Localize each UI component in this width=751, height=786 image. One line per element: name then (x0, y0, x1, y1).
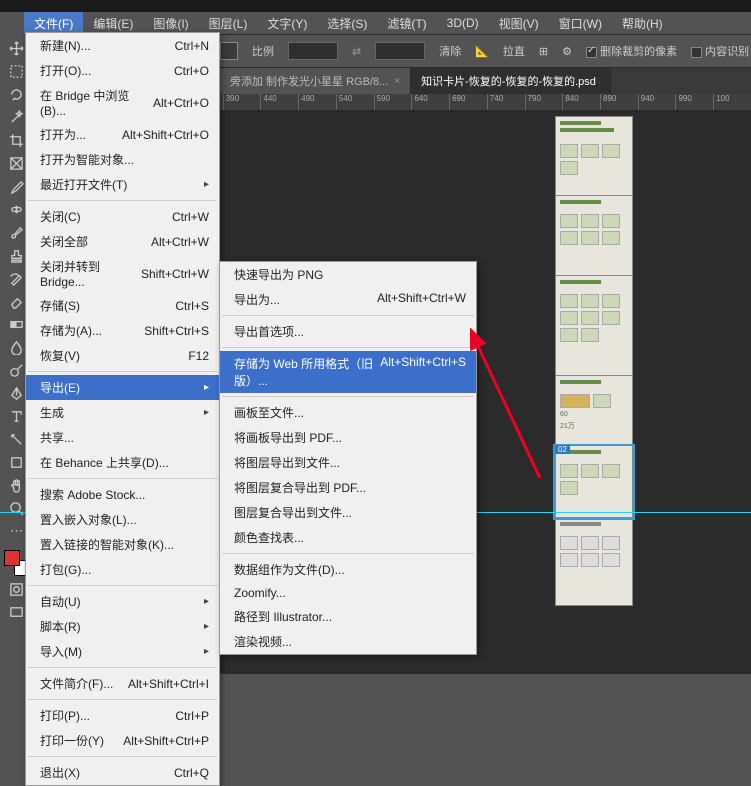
file-menu-item[interactable]: 退出(X)Ctrl+Q (26, 760, 219, 785)
file-menu-item[interactable]: 打包(G)... (26, 557, 219, 582)
file-menu-item[interactable]: 新建(N)...Ctrl+N (26, 33, 219, 58)
export-menu-item[interactable]: 快速导出为 PNG (220, 262, 476, 287)
menubar: 文件(F) 编辑(E) 图像(I) 图层(L) 文字(Y) 选择(S) 滤镜(T… (0, 12, 751, 34)
slice-thumb[interactable] (555, 276, 633, 376)
grid-icon[interactable]: ⊞ (539, 45, 548, 58)
export-menu-item[interactable]: 路径到 Illustrator... (220, 604, 476, 629)
menu-filter[interactable]: 滤镜(T) (377, 12, 436, 35)
file-menu-item[interactable]: 脚本(R) (26, 614, 219, 639)
document-tab-1[interactable]: 旁添加 制作发光小星星 RGB/8...× (220, 68, 411, 94)
file-menu-item[interactable]: 打印(P)...Ctrl+P (26, 703, 219, 728)
ratio-label: 比例 (252, 43, 274, 59)
export-menu-item[interactable]: 数据组作为文件(D)... (220, 557, 476, 582)
file-menu-item[interactable]: 导入(M) (26, 639, 219, 664)
file-menu-item[interactable]: 最近打开文件(T) (26, 172, 219, 197)
slice-thumb[interactable] (555, 196, 633, 276)
slice-badge: 02 (555, 445, 570, 454)
file-menu-item[interactable]: 关闭全部Alt+Ctrl+W (26, 229, 219, 254)
export-menu-item[interactable]: 渲染视频... (220, 629, 476, 654)
export-menu-item[interactable]: 将画板导出到 PDF... (220, 425, 476, 450)
swap-icon[interactable]: ⇄ (352, 45, 361, 58)
export-menu-item[interactable]: 将图层复合导出到 PDF... (220, 475, 476, 500)
file-menu-item[interactable]: 打开为...Alt+Shift+Ctrl+O (26, 122, 219, 147)
straighten-label: 拉直 (503, 43, 525, 59)
file-menu-item[interactable]: 存储为(A)...Shift+Ctrl+S (26, 318, 219, 343)
crop-tool-icon[interactable] (220, 42, 238, 60)
export-menu-item[interactable]: 颜色查找表... (220, 525, 476, 550)
file-menu-item[interactable]: 生成 (26, 400, 219, 425)
file-menu-item[interactable]: 关闭(C)Ctrl+W (26, 204, 219, 229)
file-menu-item[interactable]: 存储(S)Ctrl+S (26, 293, 219, 318)
file-menu-item[interactable]: 恢复(V)F12 (26, 343, 219, 368)
menu-select[interactable]: 选择(S) (317, 12, 377, 35)
file-menu-item[interactable]: 关闭并转到 Bridge...Shift+Ctrl+W (26, 254, 219, 293)
document-tab-2[interactable]: 知识卡片-恢复的-恢复的-恢复的.psd @ 100% (如何解决ps切片完成以… (411, 68, 611, 94)
slice-thumb[interactable] (555, 518, 633, 606)
file-menu-item[interactable]: 在 Behance 上共享(D)... (26, 450, 219, 475)
menu-view[interactable]: 视图(V) (489, 12, 549, 35)
delete-crop-label: 删除裁剪的像素 (600, 46, 677, 58)
gear-icon[interactable]: ⚙ (562, 45, 572, 58)
content-aware-label: 内容识别 (705, 46, 749, 58)
ratio-h-input[interactable] (375, 42, 425, 60)
export-menu-item[interactable]: 导出首选项... (220, 319, 476, 344)
close-icon[interactable]: × (394, 76, 400, 87)
export-menu-item[interactable]: 画板至文件... (220, 400, 476, 425)
file-menu-item[interactable]: 打开为智能对象... (26, 147, 219, 172)
menu-3d[interactable]: 3D(D) (437, 13, 489, 33)
export-menu-item[interactable]: 导出为...Alt+Shift+Ctrl+W (220, 287, 476, 312)
export-menu-item[interactable]: 存储为 Web 所用格式（旧版）...Alt+Shift+Ctrl+S (220, 351, 476, 393)
fg-color-swatch[interactable] (4, 550, 20, 566)
export-menu-item[interactable]: 将图层导出到文件... (220, 450, 476, 475)
ratio-w-input[interactable] (288, 42, 338, 60)
file-menu-item[interactable]: 在 Bridge 中浏览(B)...Alt+Ctrl+O (26, 83, 219, 122)
delete-crop-checkbox[interactable] (586, 47, 597, 58)
file-menu-item[interactable]: 打开(O)...Ctrl+O (26, 58, 219, 83)
thumbnail-strip: 6021万 02 (555, 116, 633, 606)
menu-help[interactable]: 帮助(H) (612, 12, 673, 35)
slice-thumb-selected[interactable]: 02 (555, 446, 633, 518)
straighten-icon[interactable]: 📐 (475, 45, 489, 58)
slice-thumb[interactable] (555, 116, 633, 196)
file-menu-dropdown: 新建(N)...Ctrl+N打开(O)...Ctrl+O在 Bridge 中浏览… (25, 32, 220, 786)
export-menu-item[interactable]: Zoomify... (220, 582, 476, 604)
slice-thumb[interactable]: 6021万 (555, 376, 633, 446)
menu-type[interactable]: 文字(Y) (257, 12, 317, 35)
export-menu-item[interactable]: 图层复合导出到文件... (220, 500, 476, 525)
file-menu-item[interactable]: 文件简介(F)...Alt+Shift+Ctrl+I (26, 671, 219, 696)
menu-window[interactable]: 窗口(W) (549, 12, 612, 35)
content-aware-checkbox[interactable] (691, 47, 702, 58)
file-menu-item[interactable]: 搜索 Adobe Stock... (26, 482, 219, 507)
export-submenu: 快速导出为 PNG导出为...Alt+Shift+Ctrl+W 导出首选项... 存… (219, 261, 477, 655)
clear-button[interactable]: 清除 (439, 43, 461, 59)
file-menu-item[interactable]: 共享... (26, 425, 219, 450)
file-menu-item[interactable]: 自动(U) (26, 589, 219, 614)
file-menu-item[interactable]: 置入嵌入对象(L)... (26, 507, 219, 532)
file-menu-item[interactable]: 置入链接的智能对象(K)... (26, 532, 219, 557)
file-menu-item[interactable]: 导出(E) (26, 375, 219, 400)
file-menu-item[interactable]: 打印一份(Y)Alt+Shift+Ctrl+P (26, 728, 219, 753)
